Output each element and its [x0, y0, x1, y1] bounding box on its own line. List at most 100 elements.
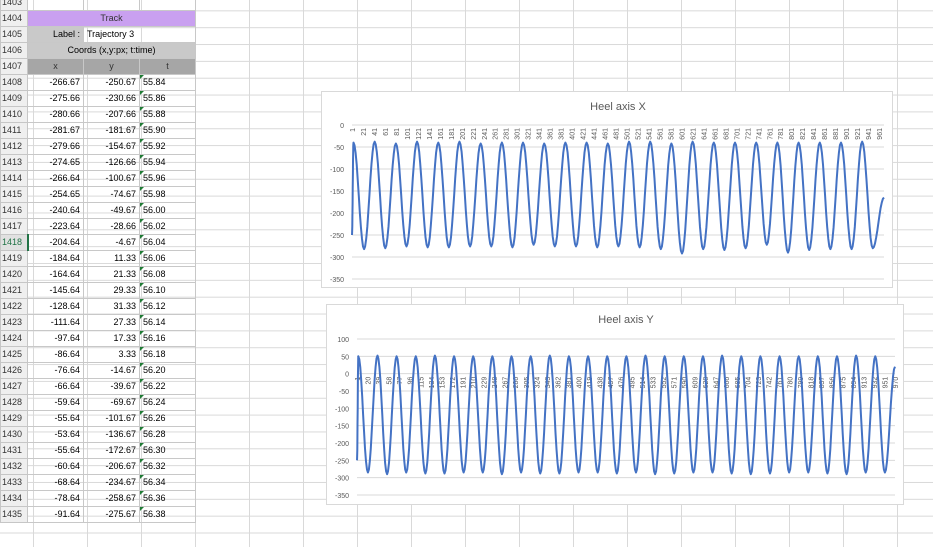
row-header[interactable]: 1408	[0, 74, 28, 91]
row-header[interactable]: 1419	[0, 250, 28, 267]
cell[interactable]	[139, 0, 196, 11]
cell-x[interactable]: -266.64	[27, 170, 84, 187]
cell-x[interactable]: -91.64	[27, 506, 84, 523]
cell-y[interactable]: -4.67	[83, 234, 140, 251]
label-caption-cell[interactable]: Label :	[27, 26, 84, 43]
row-header[interactable]: 1428	[0, 394, 28, 411]
cell-t[interactable]: 56.12	[139, 298, 196, 315]
column-header-t[interactable]: t	[139, 58, 196, 75]
cell-y[interactable]: 3.33	[83, 346, 140, 363]
row-header[interactable]: 1413	[0, 154, 28, 171]
cell-x[interactable]: -274.65	[27, 154, 84, 171]
cell-x[interactable]: -240.64	[27, 202, 84, 219]
cell-t[interactable]: 56.02	[139, 218, 196, 235]
cell-x[interactable]: -55.64	[27, 442, 84, 459]
cell-y[interactable]: -230.66	[83, 90, 140, 107]
cell-x[interactable]: -86.64	[27, 346, 84, 363]
cell-x[interactable]: -76.64	[27, 362, 84, 379]
cell-t[interactable]: 55.92	[139, 138, 196, 155]
cell-x[interactable]: -78.64	[27, 490, 84, 507]
cell-y[interactable]: -181.67	[83, 122, 140, 139]
cell-t[interactable]: 55.94	[139, 154, 196, 171]
cell-y[interactable]: -101.67	[83, 410, 140, 427]
row-header[interactable]: 1427	[0, 378, 28, 395]
cell-x[interactable]: -164.64	[27, 266, 84, 283]
cell-y[interactable]: -100.67	[83, 170, 140, 187]
cell-y[interactable]: 31.33	[83, 298, 140, 315]
cell-x[interactable]: -68.64	[27, 474, 84, 491]
row-header[interactable]: 1406	[0, 42, 28, 59]
cell-y[interactable]: -234.67	[83, 474, 140, 491]
cell-t[interactable]: 56.32	[139, 458, 196, 475]
row-header[interactable]: 1425	[0, 346, 28, 363]
cell-t[interactable]: 55.98	[139, 186, 196, 203]
cell-x[interactable]: -128.64	[27, 298, 84, 315]
cell-y[interactable]: 27.33	[83, 314, 140, 331]
cell-y[interactable]: -275.67	[83, 506, 140, 523]
cell-t[interactable]: 56.20	[139, 362, 196, 379]
cell-x[interactable]: -279.66	[27, 138, 84, 155]
row-header[interactable]: 1424	[0, 330, 28, 347]
cell-x[interactable]: -111.64	[27, 314, 84, 331]
cell-y[interactable]: -207.66	[83, 106, 140, 123]
cell-t[interactable]: 56.24	[139, 394, 196, 411]
row-header[interactable]: 1411	[0, 122, 28, 139]
row-header[interactable]: 1423	[0, 314, 28, 331]
row-header[interactable]: 1405	[0, 26, 28, 43]
row-header[interactable]: 1412	[0, 138, 28, 155]
cell-t[interactable]: 55.90	[139, 122, 196, 139]
cell-x[interactable]: -145.64	[27, 282, 84, 299]
cell-y[interactable]: 29.33	[83, 282, 140, 299]
cell-t[interactable]: 56.26	[139, 410, 196, 427]
cell-t[interactable]: 56.16	[139, 330, 196, 347]
row-header[interactable]: 1421	[0, 282, 28, 299]
cell-x[interactable]: -204.64	[27, 234, 84, 251]
cell-t[interactable]: 55.96	[139, 170, 196, 187]
coords-caption-cell[interactable]: Coords (x,y:px; t:time)	[27, 42, 196, 59]
row-header[interactable]: 1422	[0, 298, 28, 315]
row-header[interactable]: 1410	[0, 106, 28, 123]
cell-t[interactable]: 56.06	[139, 250, 196, 267]
column-header-x[interactable]: x	[27, 58, 84, 75]
cell[interactable]	[83, 0, 140, 11]
cell-y[interactable]: -74.67	[83, 186, 140, 203]
cell-t[interactable]: 56.22	[139, 378, 196, 395]
cell-x[interactable]: -53.64	[27, 426, 84, 443]
row-header[interactable]: 1435	[0, 506, 28, 523]
cell[interactable]	[27, 0, 84, 11]
cell-t[interactable]: 56.28	[139, 426, 196, 443]
row-header[interactable]: 1430	[0, 426, 28, 443]
cell-x[interactable]: -275.66	[27, 90, 84, 107]
row-header[interactable]: 1429	[0, 410, 28, 427]
chart-heel-axis-x[interactable]: Heel axis X 0 -50 -100 -150 -200 -250 -300 -350 1…	[321, 91, 893, 288]
cell-y[interactable]: -250.67	[83, 74, 140, 91]
cell-t[interactable]: 56.14	[139, 314, 196, 331]
cell-x[interactable]: -266.67	[27, 74, 84, 91]
row-header[interactable]: 1403	[0, 0, 28, 11]
row-header[interactable]: 1432	[0, 458, 28, 475]
cell-x[interactable]: -254.65	[27, 186, 84, 203]
row-header[interactable]: 1414	[0, 170, 28, 187]
cell-y[interactable]: -69.67	[83, 394, 140, 411]
cell-y[interactable]: -39.67	[83, 378, 140, 395]
cell-y[interactable]: -136.67	[83, 426, 140, 443]
row-header[interactable]: 1416	[0, 202, 28, 219]
cell-x[interactable]: -281.67	[27, 122, 84, 139]
cell-t[interactable]: 55.86	[139, 90, 196, 107]
cell-y[interactable]: -28.66	[83, 218, 140, 235]
cell-y[interactable]: 21.33	[83, 266, 140, 283]
cell-y[interactable]: -154.67	[83, 138, 140, 155]
cell-y[interactable]: -172.67	[83, 442, 140, 459]
cell-y[interactable]: -206.67	[83, 458, 140, 475]
cell-x[interactable]: -184.64	[27, 250, 84, 267]
cell-y[interactable]: 17.33	[83, 330, 140, 347]
cell-t[interactable]: 55.84	[139, 74, 196, 91]
row-header[interactable]: 1426	[0, 362, 28, 379]
cell-x[interactable]: -55.64	[27, 410, 84, 427]
cell-x[interactable]: -59.64	[27, 394, 84, 411]
cell-y[interactable]: -258.67	[83, 490, 140, 507]
track-title-cell[interactable]: Track	[27, 10, 196, 27]
chart-heel-axis-y[interactable]: Heel axis Y 100 50 0 -50 -100 -150 -200 -250 -300…	[326, 304, 904, 505]
cell-x[interactable]: -280.66	[27, 106, 84, 123]
cell-t[interactable]: 56.30	[139, 442, 196, 459]
